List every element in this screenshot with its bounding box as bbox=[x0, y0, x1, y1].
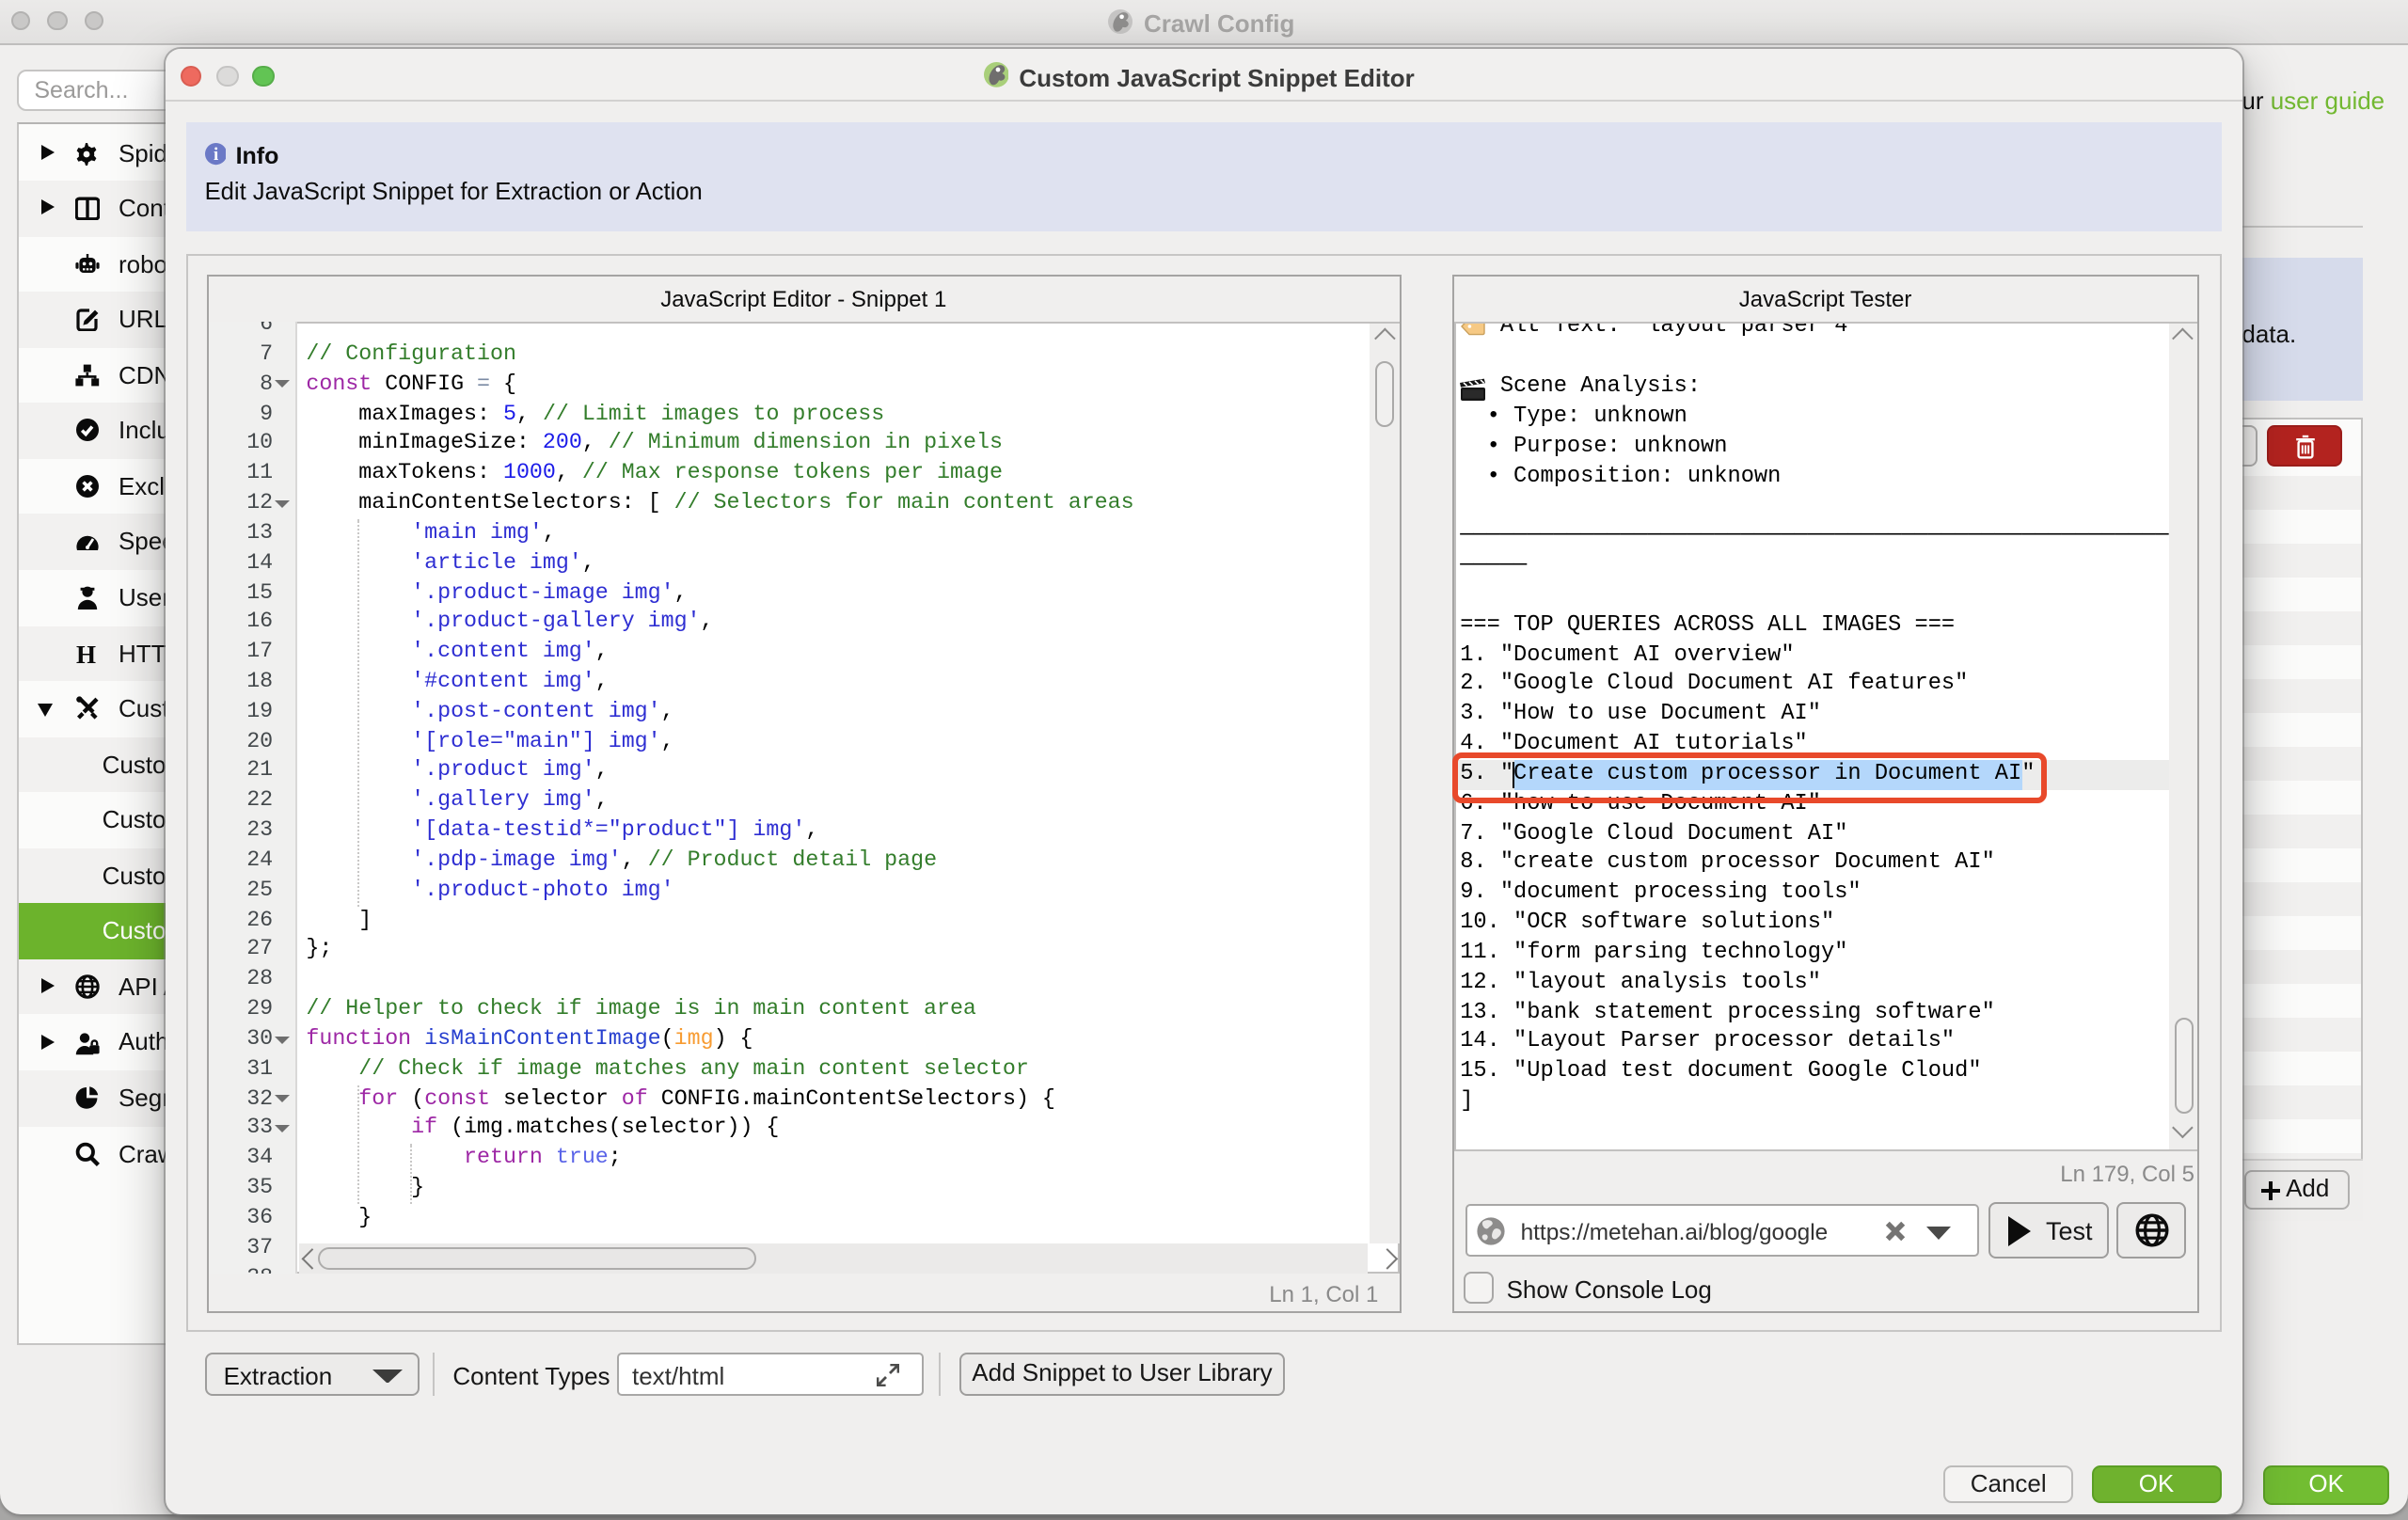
svg-text:i: i bbox=[213, 145, 217, 165]
svg-text:H: H bbox=[76, 641, 96, 665]
